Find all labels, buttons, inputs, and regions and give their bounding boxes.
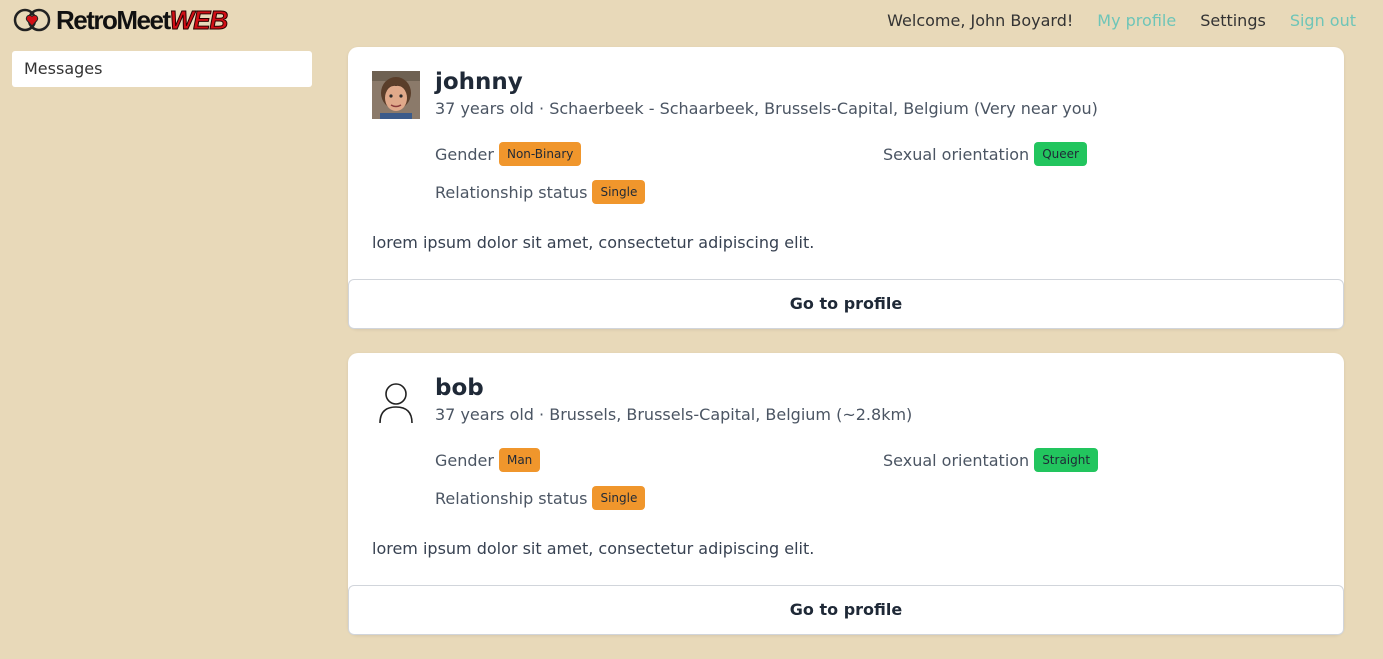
relationship-status-field: Relationship status Single (435, 486, 646, 510)
welcome-text: Welcome, John Boyard! (887, 11, 1074, 30)
gender-field: Gender Non-Binary (435, 142, 582, 166)
relationship-status-label: Relationship status (435, 488, 588, 508)
relationship-status-field: Relationship status Single (435, 180, 646, 204)
profile-bio: lorem ipsum dolor sit amet, consectetur … (372, 539, 815, 558)
logo-icon (13, 8, 51, 32)
gender-label: Gender (435, 144, 494, 164)
orientation-field: Sexual orientation Queer (883, 142, 1087, 166)
top-nav: RetroMeet WEB Welcome, John Boyard! My pr… (0, 0, 1383, 42)
logo[interactable]: RetroMeet WEB (12, 5, 229, 35)
logo-accent-text: WEB (169, 5, 229, 35)
orientation-label: Sexual orientation (883, 450, 1030, 470)
profile-card: bob 37 years old · Brussels, Brussels-Ca… (348, 353, 1344, 635)
profile-username[interactable]: johnny (435, 69, 523, 95)
avatar[interactable] (372, 71, 420, 119)
gender-badge: Man (498, 448, 541, 472)
orientation-field: Sexual orientation Straight (883, 448, 1099, 472)
my-profile-link[interactable]: My profile (1097, 11, 1176, 30)
orientation-badge: Queer (1034, 142, 1087, 166)
user-placeholder-icon[interactable] (372, 377, 420, 425)
profile-subline: 37 years old · Schaerbeek - Schaarbeek, … (435, 99, 1098, 118)
orientation-label: Sexual orientation (883, 144, 1030, 164)
gender-badge: Non-Binary (498, 142, 582, 166)
profile-username[interactable]: bob (435, 375, 484, 401)
orientation-badge: Straight (1034, 448, 1099, 472)
logo-text: RetroMeet (56, 5, 171, 35)
go-to-profile-button[interactable]: Go to profile (348, 279, 1344, 329)
sidebar-item-messages[interactable]: Messages (12, 51, 312, 87)
relationship-status-label: Relationship status (435, 182, 588, 202)
gender-label: Gender (435, 450, 494, 470)
sign-out-link[interactable]: Sign out (1290, 11, 1356, 30)
profile-card: johnny 37 years old · Schaerbeek - Schaa… (348, 47, 1344, 329)
relationship-status-badge: Single (592, 486, 646, 510)
gender-field: Gender Man (435, 448, 541, 472)
sidebar-item-label: Messages (24, 59, 103, 78)
profile-subline: 37 years old · Brussels, Brussels-Capita… (435, 405, 913, 424)
settings-link[interactable]: Settings (1200, 11, 1266, 30)
go-to-profile-button[interactable]: Go to profile (348, 585, 1344, 635)
relationship-status-badge: Single (592, 180, 646, 204)
nav-links: Welcome, John Boyard! My profile Setting… (887, 11, 1356, 30)
profile-bio: lorem ipsum dolor sit amet, consectetur … (372, 233, 815, 252)
